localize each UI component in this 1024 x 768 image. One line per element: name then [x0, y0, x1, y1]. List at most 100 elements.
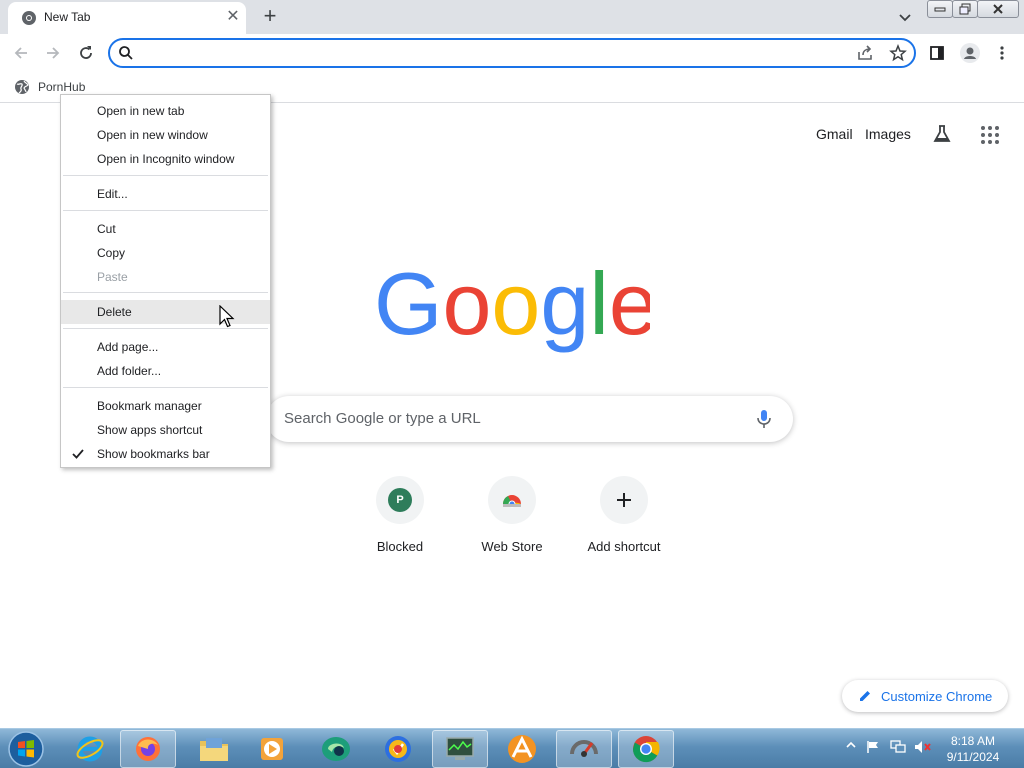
menu-item-label: Add page...	[97, 340, 159, 354]
more-vert-icon	[1000, 46, 1004, 60]
reload-button[interactable]	[73, 40, 99, 66]
menu-item-cut[interactable]: Cut	[61, 217, 270, 241]
menu-separator	[63, 387, 268, 388]
menu-item-label: Cut	[97, 222, 116, 236]
customize-chrome-button[interactable]: Customize Chrome	[842, 680, 1008, 712]
task-manager-icon	[446, 737, 474, 760]
images-link[interactable]: Images	[865, 126, 911, 142]
menu-item-open-incognito[interactable]: Open in Incognito window	[61, 147, 270, 171]
mouse-cursor-icon	[219, 305, 235, 328]
add-shortcut-tile[interactable]: Add shortcut	[568, 476, 680, 566]
ntp-search-box[interactable]: Search Google or type a URL	[266, 396, 793, 442]
shortcut-tile[interactable]: Web Store	[456, 476, 568, 566]
menu-item-open-new-tab[interactable]: Open in new tab	[61, 99, 270, 123]
web-store-icon	[503, 495, 521, 508]
microphone-icon[interactable]	[754, 408, 774, 430]
new-tab-button[interactable]: +	[258, 4, 282, 28]
folder-icon	[200, 738, 228, 761]
menu-item-add-folder[interactable]: Add folder...	[61, 359, 270, 383]
taskbar-media-player[interactable]	[244, 730, 300, 768]
tab-strip: New Tab ✕ +	[0, 0, 1024, 34]
menu-separator	[63, 292, 268, 293]
bookmark-label: PornHub	[38, 80, 86, 94]
globe-icon	[15, 80, 29, 94]
share-icon[interactable]	[856, 44, 874, 62]
bookmark-context-menu: Open in new tab Open in new window Open …	[60, 94, 271, 468]
side-panel-icon	[930, 46, 944, 60]
gray-app-icon	[570, 740, 598, 757]
tab-search-chevron-icon[interactable]	[896, 8, 914, 26]
browser-app-icon	[322, 737, 350, 761]
forward-button[interactable]	[40, 40, 66, 66]
taskbar-file-explorer[interactable]	[186, 730, 242, 768]
security-app-icon	[385, 736, 411, 762]
menu-item-label: Paste	[97, 270, 128, 284]
tab-new-tab[interactable]: New Tab ✕	[8, 2, 246, 34]
forward-arrow-icon	[47, 47, 60, 59]
labs-flask-icon[interactable]	[932, 124, 952, 144]
system-clock[interactable]: 8:18 AM 9/11/2024	[940, 733, 1006, 765]
svg-text:Google: Google	[374, 262, 650, 353]
taskbar-firefox[interactable]	[120, 730, 176, 768]
media-player-icon	[261, 738, 283, 760]
taskbar-app-gray[interactable]	[556, 730, 612, 768]
menu-item-label: Add folder...	[97, 364, 162, 378]
chrome-icon	[632, 736, 660, 763]
menu-item-label: Open in Incognito window	[97, 152, 235, 166]
google-logo: Google	[374, 262, 650, 353]
menu-item-label: Copy	[97, 246, 126, 260]
browser-toolbar	[0, 34, 1024, 72]
back-arrow-icon	[14, 47, 27, 59]
tab-close-icon[interactable]: ✕	[224, 8, 242, 26]
search-icon	[119, 46, 133, 60]
windows-start-orb-icon	[8, 731, 44, 767]
reload-icon	[80, 46, 92, 59]
menu-item-show-bookmarks-bar[interactable]: Show bookmarks bar	[61, 442, 270, 466]
menu-item-show-apps-shortcut[interactable]: Show apps shortcut	[61, 418, 270, 442]
customize-chrome-label: Customize Chrome	[881, 689, 993, 704]
close-window-button[interactable]	[977, 0, 1019, 18]
menu-item-bookmark-manager[interactable]: Bookmark manager	[61, 394, 270, 418]
side-panel-button[interactable]	[924, 40, 950, 66]
action-center-flag-icon[interactable]	[866, 740, 880, 754]
shortcut-tile[interactable]: P Blocked	[344, 476, 456, 566]
bookmark-star-icon[interactable]	[889, 44, 907, 62]
taskbar-chrome[interactable]	[618, 730, 674, 768]
taskbar-app-orange[interactable]	[494, 730, 550, 768]
internet-explorer-icon	[76, 736, 104, 762]
menu-item-label: Bookmark manager	[97, 399, 202, 413]
gmail-link[interactable]: Gmail	[816, 126, 853, 142]
profile-avatar-icon	[960, 43, 980, 63]
tab-title: New Tab	[44, 10, 91, 24]
taskbar-task-manager[interactable]	[432, 730, 488, 768]
show-hidden-icons-chevron-icon[interactable]	[846, 740, 856, 750]
apps-grid-icon[interactable]	[980, 125, 1000, 145]
menu-item-open-new-window[interactable]: Open in new window	[61, 123, 270, 147]
network-icon[interactable]	[890, 740, 906, 754]
taskbar-security-app[interactable]	[370, 730, 426, 768]
shortcut-label: Add shortcut	[587, 539, 661, 554]
taskbar-browser-app[interactable]	[308, 730, 364, 768]
address-input[interactable]	[142, 42, 842, 64]
back-button[interactable]	[8, 40, 34, 66]
checkmark-icon	[72, 449, 84, 459]
taskbar-internet-explorer[interactable]	[62, 730, 118, 768]
omnibox[interactable]	[108, 38, 916, 68]
menu-item-delete[interactable]: Delete	[61, 300, 270, 324]
chrome-menu-button[interactable]	[989, 40, 1015, 66]
minimize-button[interactable]	[927, 0, 953, 18]
menu-item-label: Delete	[97, 305, 132, 319]
menu-item-label: Edit...	[97, 187, 128, 201]
profile-button[interactable]	[957, 40, 983, 66]
ntp-search-placeholder: Search Google or type a URL	[284, 410, 481, 427]
shortcut-icon-circle	[488, 476, 536, 524]
menu-item-copy[interactable]: Copy	[61, 241, 270, 265]
volume-muted-icon[interactable]	[914, 740, 932, 754]
menu-separator	[63, 210, 268, 211]
shortcut-icon-circle	[600, 476, 648, 524]
clock-time: 8:18 AM	[950, 734, 996, 748]
restore-button[interactable]	[952, 0, 978, 18]
start-button[interactable]	[4, 730, 48, 768]
menu-item-add-page[interactable]: Add page...	[61, 335, 270, 359]
menu-item-edit[interactable]: Edit...	[61, 182, 270, 206]
